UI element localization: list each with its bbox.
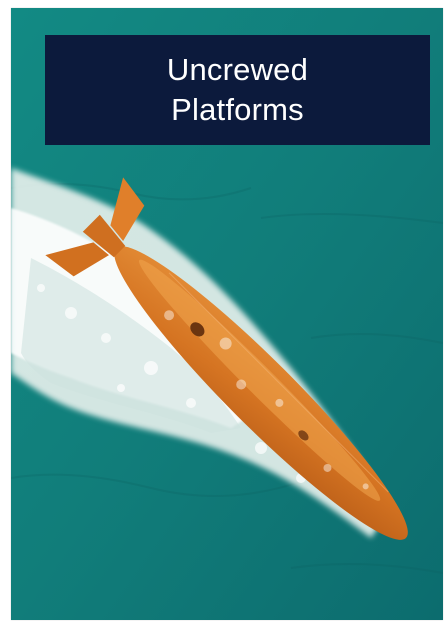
title-line-1: Uncrewed: [166, 52, 309, 87]
poster-card: Uncrewed Platforms: [11, 8, 443, 620]
title-line-2: Platforms: [171, 92, 304, 127]
title-banner: Uncrewed Platforms: [45, 35, 430, 145]
